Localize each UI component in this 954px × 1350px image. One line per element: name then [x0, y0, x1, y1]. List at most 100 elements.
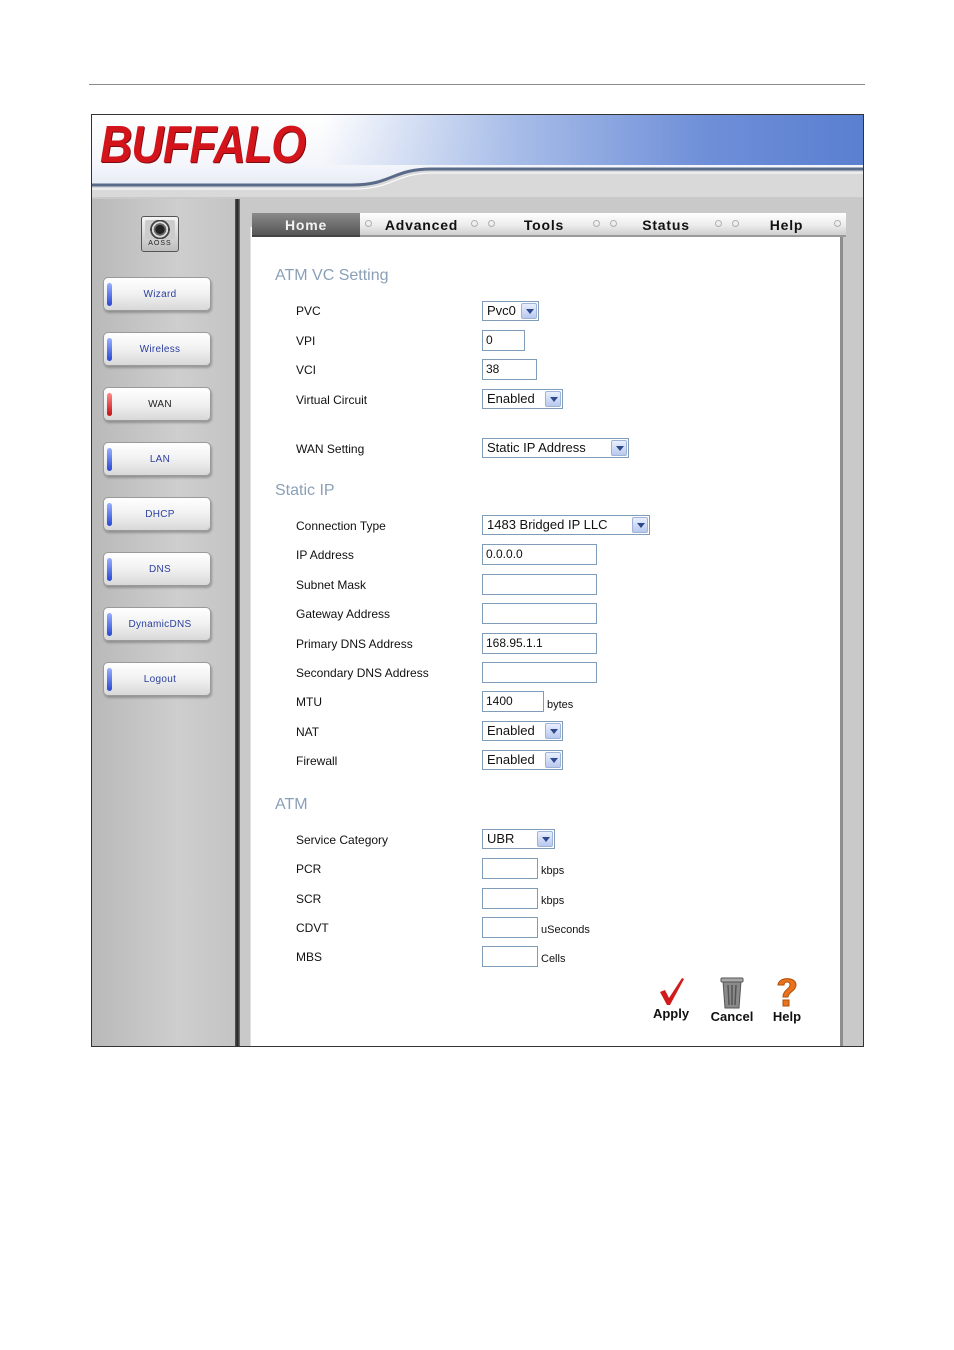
- virtual-circuit-select[interactable]: Enabled: [482, 389, 563, 409]
- pvc-value: Pvc0: [487, 303, 516, 318]
- tab-bullet-icon: [610, 220, 617, 227]
- ip-address-label: IP Address: [296, 548, 354, 562]
- virtual-circuit-label: Virtual Circuit: [296, 393, 368, 407]
- primary-dns-label: Primary DNS Address: [296, 637, 413, 651]
- connection-type-label: Connection Type: [296, 519, 386, 533]
- pcr-label: PCR: [296, 862, 322, 876]
- cdvt-input[interactable]: [482, 917, 538, 938]
- gateway-address-input[interactable]: [482, 603, 597, 624]
- tab-label: Help: [769, 217, 804, 233]
- trash-can-icon: [720, 977, 744, 1009]
- nav-indicator-icon: [107, 283, 112, 306]
- sidebar-item-logout[interactable]: Logout: [103, 662, 211, 696]
- service-category-value: UBR: [487, 831, 515, 846]
- checkmark-icon: [660, 978, 684, 1005]
- aoss-icon: [145, 220, 175, 239]
- buffalo-logo: BUFFALO: [100, 116, 306, 174]
- tab-bullet-icon: [593, 220, 600, 227]
- secondary-dns-label: Secondary DNS Address: [296, 666, 429, 680]
- tab-bullet-icon: [488, 220, 495, 227]
- sidebar-item-wireless[interactable]: Wireless: [103, 332, 211, 366]
- sidebar-item-label: DynamicDNS: [128, 619, 192, 630]
- vpi-label: VPI: [296, 334, 316, 348]
- connection-type-select[interactable]: 1483 Bridged IP LLC: [482, 515, 650, 535]
- firewall-value: Enabled: [487, 752, 535, 767]
- tab-bullet-icon: [715, 220, 722, 227]
- page-top-rule: [89, 84, 865, 85]
- pcr-input[interactable]: [482, 858, 538, 879]
- nat-value: Enabled: [487, 723, 535, 738]
- sidebar-item-dhcp[interactable]: DHCP: [103, 497, 211, 531]
- aoss-label: AOSS: [148, 240, 172, 247]
- ip-address-input[interactable]: 0.0.0.0: [482, 544, 597, 565]
- nav-indicator-icon: [107, 613, 112, 636]
- chevron-down-icon: [545, 723, 561, 739]
- sidebar-item-label: Wireless: [139, 344, 181, 355]
- chevron-down-icon: [537, 831, 553, 847]
- tab-help[interactable]: Help: [727, 213, 846, 237]
- sidebar-item-wan[interactable]: WAN: [103, 387, 211, 421]
- mbs-label: MBS: [296, 950, 323, 964]
- scr-label: SCR: [296, 892, 322, 906]
- virtual-circuit-value: Enabled: [487, 391, 535, 406]
- primary-dns-input[interactable]: 168.95.1.1: [482, 633, 597, 654]
- header-decoration: [322, 115, 863, 165]
- wan-setting-label: WAN Setting: [296, 442, 365, 456]
- apply-button[interactable]: Apply: [649, 976, 693, 1021]
- atm-section-title: ATM: [275, 796, 308, 813]
- scr-input[interactable]: [482, 888, 538, 909]
- nav-indicator-icon: [107, 393, 112, 416]
- mtu-unit: bytes: [547, 699, 574, 711]
- mtu-label: MTU: [296, 695, 322, 709]
- tab-bullet-icon: [471, 220, 478, 227]
- sidebar-item-dns[interactable]: DNS: [103, 552, 211, 586]
- nat-select[interactable]: Enabled: [482, 721, 563, 741]
- service-category-select[interactable]: UBR: [482, 829, 555, 849]
- sidebar-item-dynamicdns[interactable]: DynamicDNS: [103, 607, 211, 641]
- subnet-mask-input[interactable]: [482, 574, 597, 595]
- cancel-button[interactable]: Cancel: [707, 975, 757, 1024]
- tab-label: Home: [284, 217, 328, 233]
- secondary-dns-input[interactable]: [482, 662, 597, 683]
- sidebar-item-label: Logout: [143, 674, 177, 685]
- help-button[interactable]: Help: [767, 975, 807, 1024]
- nav-indicator-icon: [107, 558, 112, 581]
- firewall-select[interactable]: Enabled: [482, 750, 563, 770]
- atm-vc-section-title: ATM VC Setting: [275, 267, 389, 284]
- nav-indicator-icon: [107, 338, 112, 361]
- sidebar-item-wizard[interactable]: Wizard: [103, 277, 211, 311]
- tab-tools[interactable]: Tools: [483, 213, 605, 237]
- tab-bullet-icon: [732, 220, 739, 227]
- mbs-input[interactable]: [482, 946, 538, 967]
- tab-advanced[interactable]: Advanced: [360, 213, 483, 237]
- sidebar-item-lan[interactable]: LAN: [103, 442, 211, 476]
- scr-unit: kbps: [541, 895, 565, 907]
- sidebar-divider: [235, 199, 240, 1046]
- aoss-button[interactable]: AOSS: [141, 216, 179, 252]
- top-tab-bar: Home Advanced Tools Status Help: [250, 213, 847, 237]
- chevron-down-icon: [632, 517, 648, 533]
- tab-label: Advanced: [384, 217, 459, 233]
- pvc-select[interactable]: Pvc0: [482, 301, 539, 321]
- nav-indicator-icon: [107, 448, 112, 471]
- chevron-down-icon: [611, 440, 627, 456]
- help-label: Help: [772, 1009, 802, 1024]
- tab-bullet-icon: [365, 220, 372, 227]
- tab-label: Tools: [523, 217, 565, 233]
- mtu-input[interactable]: 1400: [482, 691, 544, 712]
- static-ip-section-title: Static IP: [275, 482, 335, 499]
- vci-label: VCI: [296, 363, 317, 377]
- cdvt-unit: uSeconds: [541, 924, 590, 936]
- question-mark-icon: [777, 978, 797, 1007]
- vpi-input[interactable]: 0: [482, 330, 525, 351]
- tab-home[interactable]: Home: [252, 213, 360, 237]
- chevron-down-icon: [521, 303, 537, 319]
- nat-label: NAT: [296, 725, 320, 739]
- connection-type-value: 1483 Bridged IP LLC: [487, 517, 608, 532]
- tab-status[interactable]: Status: [605, 213, 727, 237]
- sidebar-item-label: DNS: [148, 564, 171, 575]
- header-banner: BUFFALO: [92, 115, 863, 197]
- wan-setting-select[interactable]: Static IP Address: [482, 438, 629, 458]
- wan-setting-value: Static IP Address: [487, 440, 586, 455]
- vci-input[interactable]: 38: [482, 359, 537, 380]
